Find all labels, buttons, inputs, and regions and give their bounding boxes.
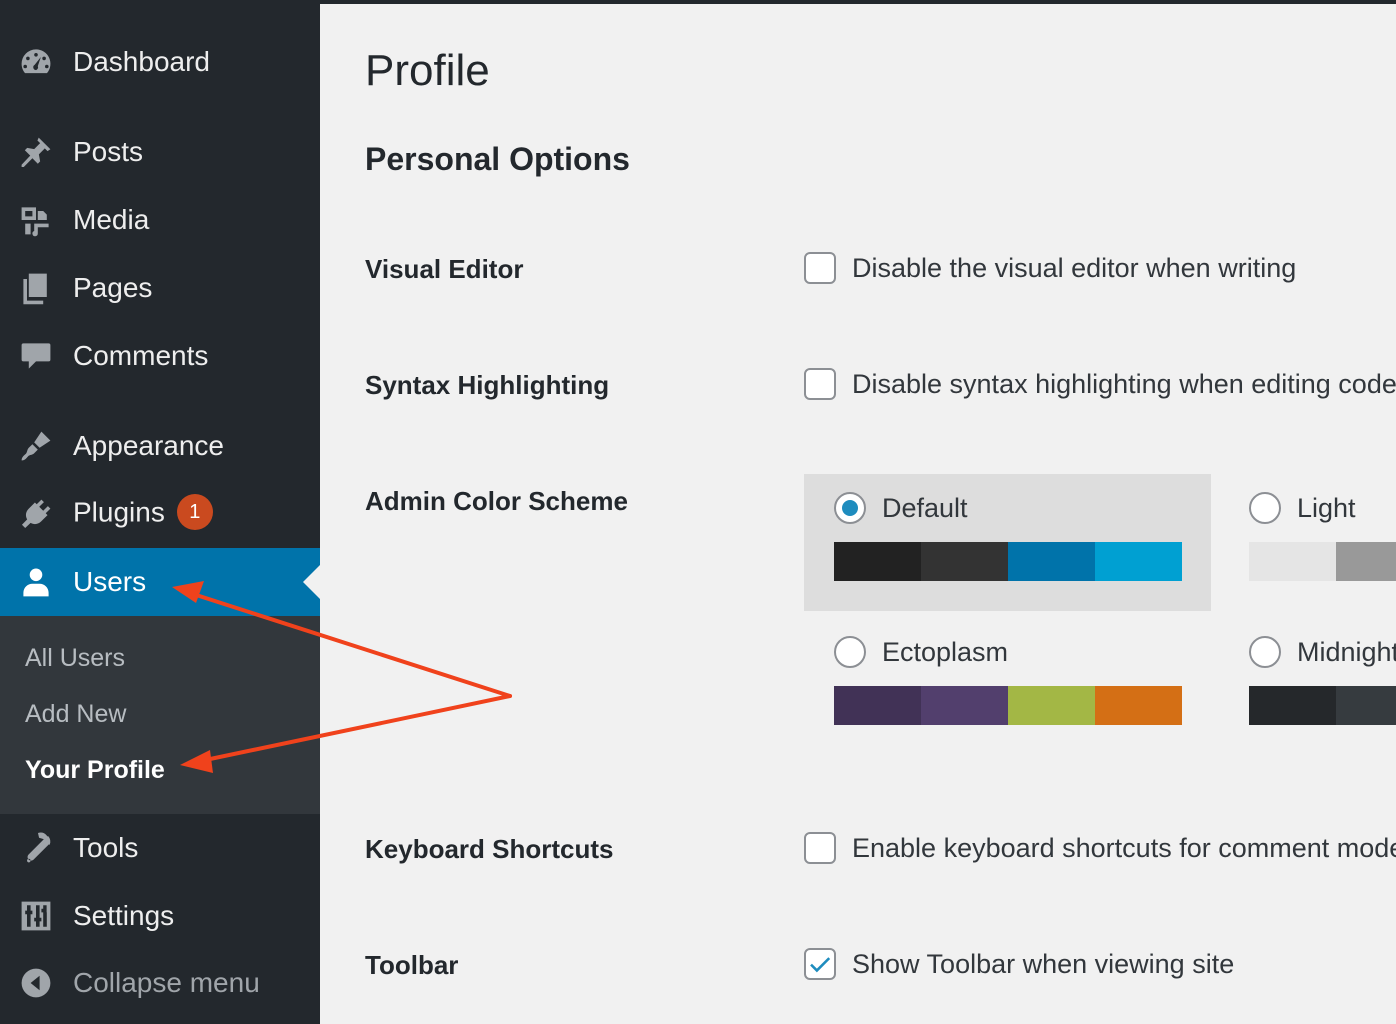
color-scheme-swatches: [1249, 686, 1396, 725]
sidebar-item-label: Plugins: [73, 496, 165, 528]
color-swatch: [1336, 542, 1396, 581]
sidebar-item-label: Appearance: [73, 430, 225, 461]
checkmark-icon: [810, 957, 831, 973]
sidebar-item-collapse-menu[interactable]: Collapse menu: [0, 949, 320, 1017]
color-swatch: [834, 542, 921, 581]
visual-editor-option-text: Disable the visual editor when writing: [852, 252, 1297, 283]
color-scheme-swatches: [1249, 542, 1396, 581]
color-swatch: [834, 686, 921, 725]
comment-bubble-icon: [18, 338, 54, 374]
syntax-highlighting-label: Syntax Highlighting: [365, 370, 610, 400]
admin-color-scheme-label: Admin Color Scheme: [365, 486, 628, 516]
visual-editor-option[interactable]: Disable the visual editor when writing: [804, 252, 1296, 284]
color-scheme-name: Light: [1297, 492, 1356, 523]
color-scheme-name: Default: [882, 492, 968, 523]
sidebar-item-posts[interactable]: Posts: [0, 118, 320, 186]
sidebar-item-pages[interactable]: Pages: [0, 254, 320, 322]
sidebar-item-tools[interactable]: Tools: [0, 814, 320, 882]
syntax-highlighting-checkbox[interactable]: [804, 368, 836, 400]
toolbar-option-text: Show Toolbar when viewing site: [852, 948, 1235, 979]
sidebar-item-comments[interactable]: Comments: [0, 322, 320, 390]
sidebar-item-media[interactable]: Media: [0, 186, 320, 254]
sidebar-item-label: Comments: [73, 340, 209, 371]
color-swatch: [1095, 542, 1182, 581]
users-submenu: All Users Add New Your Profile: [0, 616, 320, 814]
color-swatch: [1095, 686, 1182, 725]
submenu-item-your-profile[interactable]: Your Profile: [25, 756, 165, 785]
color-swatch: [1336, 686, 1396, 725]
sidebar-item-label: Pages: [73, 272, 153, 303]
color-swatch: [1249, 686, 1336, 725]
color-scheme-radio[interactable]: [834, 636, 866, 668]
toolbar-option[interactable]: Show Toolbar when viewing site: [804, 948, 1234, 980]
toolbar-checkbox[interactable]: [804, 948, 836, 980]
color-scheme-radio[interactable]: [1249, 636, 1281, 668]
color-scheme-light[interactable]: Light: [1219, 474, 1396, 611]
plug-icon: [18, 496, 54, 532]
paintbrush-icon: [18, 428, 54, 464]
media-icon: [18, 202, 54, 238]
update-count-badge: 1: [176, 494, 213, 530]
color-scheme-ectoplasm[interactable]: Ectoplasm: [804, 618, 1211, 755]
color-swatch: [921, 542, 1008, 581]
sidebar-item-appearance[interactable]: Appearance: [0, 412, 320, 480]
sidebar-item-dashboard[interactable]: Dashboard: [0, 28, 320, 96]
color-swatch: [1008, 686, 1095, 725]
admin-sidebar: Dashboard Posts Media Pages Comments App…: [0, 0, 320, 1024]
sidebar-item-label: Settings: [73, 900, 175, 931]
toolbar-label: Toolbar: [365, 950, 459, 980]
submenu-item-all-users[interactable]: All Users: [25, 644, 125, 673]
color-scheme-name: Ectoplasm: [882, 636, 1009, 667]
color-scheme-swatches: [834, 542, 1182, 581]
visual-editor-label: Visual Editor: [365, 254, 524, 284]
sidebar-item-label: Media: [73, 204, 150, 235]
visual-editor-checkbox[interactable]: [804, 252, 836, 284]
profile-page: Profile Personal Options Visual Editor D…: [320, 4, 1396, 1024]
color-scheme-midnight[interactable]: Midnight: [1219, 618, 1396, 755]
page-title: Profile: [365, 46, 490, 95]
wrench-icon: [18, 830, 54, 866]
color-scheme-default[interactable]: Default: [804, 474, 1211, 611]
keyboard-shortcuts-option-text: Enable keyboard shortcuts for comment mo…: [852, 832, 1396, 863]
color-scheme-swatches: [834, 686, 1182, 725]
keyboard-shortcuts-checkbox[interactable]: [804, 832, 836, 864]
color-swatch: [1249, 542, 1336, 581]
collapse-arrow-icon: [18, 965, 54, 1001]
sidebar-item-label: Dashboard: [73, 46, 210, 77]
sidebar-item-label: Collapse menu: [73, 967, 260, 998]
sidebar-item-plugins[interactable]: Plugins 1: [0, 480, 320, 548]
syntax-highlighting-option[interactable]: Disable syntax highlighting when editing…: [804, 368, 1396, 400]
syntax-highlighting-option-text: Disable syntax highlighting when editing…: [852, 368, 1396, 399]
color-scheme-radio[interactable]: [834, 492, 866, 524]
submenu-item-add-new[interactable]: Add New: [25, 700, 126, 729]
current-menu-pointer: [303, 565, 320, 599]
sidebar-item-label: Tools: [73, 832, 139, 863]
color-swatch: [921, 686, 1008, 725]
sidebar-item-users[interactable]: Users: [0, 548, 320, 616]
pages-icon: [18, 270, 54, 306]
keyboard-shortcuts-label: Keyboard Shortcuts: [365, 834, 614, 864]
color-swatch: [1008, 542, 1095, 581]
pushpin-icon: [18, 134, 54, 170]
sliders-icon: [18, 898, 54, 934]
sidebar-item-label: Posts: [73, 136, 144, 167]
sidebar-item-label: Users: [73, 566, 147, 597]
color-scheme-radio[interactable]: [1249, 492, 1281, 524]
sidebar-item-settings[interactable]: Settings: [0, 882, 320, 950]
user-icon: [18, 564, 54, 600]
dashboard-icon: [18, 44, 54, 80]
sidebar-item-label-wrap: Plugins 1: [73, 494, 213, 532]
color-scheme-name: Midnight: [1297, 636, 1396, 667]
section-title: Personal Options: [365, 141, 630, 177]
keyboard-shortcuts-option[interactable]: Enable keyboard shortcuts for comment mo…: [804, 832, 1396, 864]
